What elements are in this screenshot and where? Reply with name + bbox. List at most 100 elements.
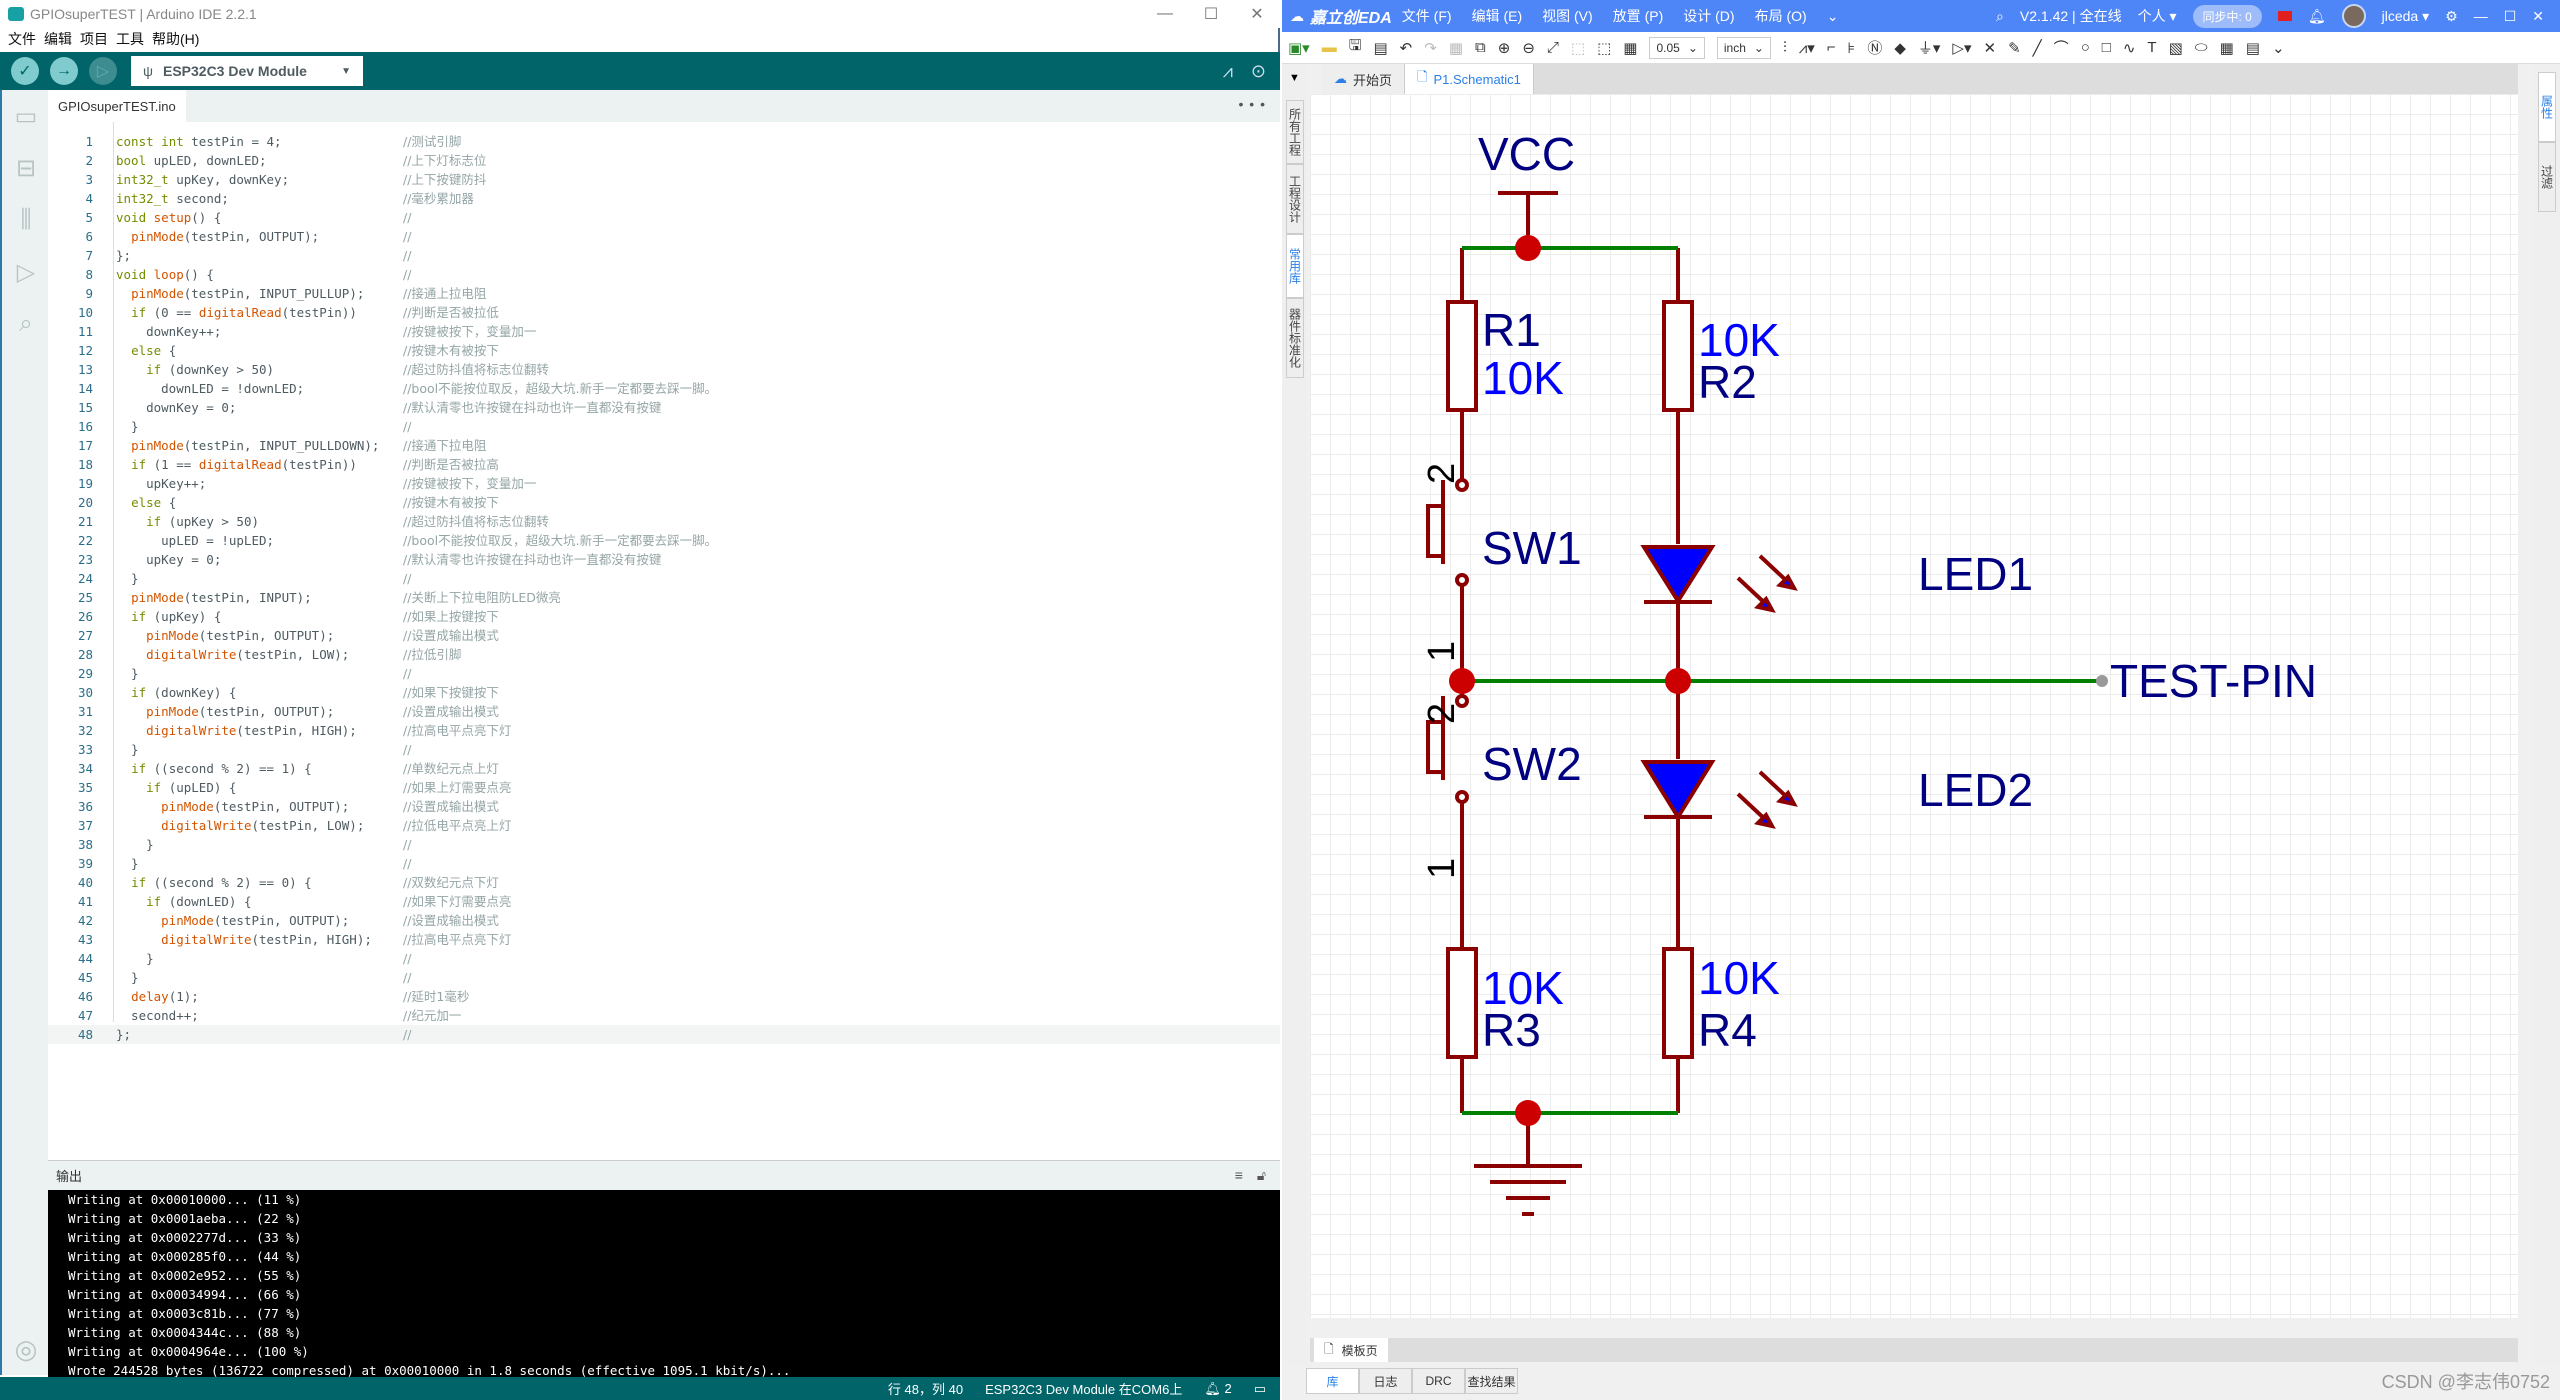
code-line[interactable]: 30 if (downKey) {//如果下按键按下	[48, 683, 1280, 702]
clear-output-icon[interactable]: ≡	[1235, 1167, 1243, 1184]
serial-plotter-icon[interactable]: ⩘	[1223, 61, 1233, 82]
align-icon[interactable]: ▦	[1449, 39, 1463, 57]
account-icon[interactable]: ◎	[2, 1334, 50, 1365]
code-line[interactable]: 26 if (upKey) {//如果上按键按下	[48, 607, 1280, 626]
debug-button[interactable]: ▷	[89, 57, 117, 85]
code-line[interactable]: 18 if (1 == digitalRead(testPin)) //判断是否被…	[48, 455, 1280, 474]
bezier-icon[interactable]: ∿	[2123, 39, 2136, 57]
code-line[interactable]: 6 pinMode(testPin, OUTPUT); //	[48, 227, 1280, 246]
board-port-status[interactable]: ESP32C3 Dev Module 在COM6上	[985, 1379, 1182, 1398]
zoom-out-icon[interactable]: ⊖	[1522, 39, 1535, 57]
bottom-tab-drc[interactable]: DRC	[1412, 1368, 1465, 1394]
code-editor[interactable]: 1 const int testPin = 4; //测试引脚 2 bool upLED…	[48, 122, 1280, 1162]
pin-icon[interactable]: ▼	[1289, 72, 1300, 84]
r2-ref[interactable]: R2	[1698, 356, 1757, 408]
code-line[interactable]: 25 pinMode(testPin, INPUT); //关断上下拉电阻防LED…	[48, 588, 1280, 607]
tab-component-standard[interactable]: 器件标准化	[1286, 298, 1304, 378]
schematic-canvas[interactable]: VCC R1 10K 10K R2 SW1 SW2 LED1 LED2 TEST…	[1310, 94, 2518, 1318]
scroll-lock-icon[interactable]: 🔓︎	[1257, 1167, 1266, 1184]
user-avatar[interactable]	[2341, 4, 2366, 28]
line-icon[interactable]: ╱	[2033, 39, 2042, 57]
text-icon[interactable]: T	[2147, 39, 2156, 56]
r1-ref[interactable]: R1	[1482, 304, 1541, 356]
redo-icon[interactable]: ↷	[1424, 39, 1437, 57]
r4-value[interactable]: 10K	[1698, 952, 1780, 1004]
board-selector[interactable]: ψ ESP32C3 Dev Module ▼	[131, 56, 363, 86]
output-console[interactable]: Writing at 0x00010000... (11 %) Writing a…	[48, 1190, 1280, 1377]
eda-menu-place[interactable]: 放置 (P)	[1613, 6, 1664, 26]
settings-gear-icon[interactable]: ⚙	[2445, 8, 2458, 25]
code-line[interactable]: 29 } //	[48, 664, 1280, 683]
cursor-position[interactable]: 行 48，列 40	[888, 1379, 963, 1398]
led1-ref[interactable]: LED1	[1918, 548, 2033, 600]
tab-filter[interactable]: 过滤	[2538, 142, 2556, 212]
code-line[interactable]: 47 second++; //纪元加一	[48, 1006, 1280, 1025]
menu-edit[interactable]: 编辑	[44, 29, 72, 49]
code-line[interactable]: 27 pinMode(testPin, OUTPUT); //设置成输出模式	[48, 626, 1280, 645]
code-line[interactable]: 36 pinMode(testPin, OUTPUT); //设置成输出模式	[48, 797, 1280, 816]
zoom-selection-icon[interactable]: ⬚	[1571, 39, 1585, 57]
code-line[interactable]: 23 upKey = 0; //默认清零也许按键在抖动也许一直都没有按键	[48, 550, 1280, 569]
code-line[interactable]: 39 } //	[48, 854, 1280, 873]
file-tab[interactable]: GPIOsuperTEST.ino	[48, 90, 186, 122]
code-line[interactable]: 44 } //	[48, 949, 1280, 968]
sw1-actuator[interactable]	[1426, 504, 1445, 558]
grid-icon[interactable]: ▦	[1623, 39, 1637, 57]
sync-status[interactable]: 同步中: 0	[2192, 4, 2262, 28]
led2-triangle[interactable]	[1640, 760, 1716, 821]
ellipse-icon[interactable]: ⬭	[2195, 39, 2208, 56]
eda-menu-file[interactable]: 文件 (F)	[1402, 6, 1452, 26]
upload-button[interactable]: →	[50, 57, 78, 85]
code-line[interactable]: 2 bool upLED, downLED; //上下灯标志位	[48, 151, 1280, 170]
open-folder-icon[interactable]: ▬	[1322, 39, 1337, 56]
code-line[interactable]: 37 digitalWrite(testPin, LOW); //拉低电平点亮上灯	[48, 816, 1280, 835]
tab-common-library[interactable]: 常用库	[1286, 234, 1304, 298]
eda-search-icon[interactable]: ⌕	[1996, 8, 2004, 25]
wire-icon[interactable]: ⌐	[1827, 39, 1836, 56]
code-line[interactable]: 16 } //	[48, 417, 1280, 436]
save-icon[interactable]: 🖫︎	[1349, 35, 1362, 60]
code-line[interactable]: 15 downKey = 0; //默认清零也许按键在抖动也许一直都没有按键	[48, 398, 1280, 417]
code-line[interactable]: 13 if (downKey > 50) //超过防抖值将标志位翻转	[48, 360, 1280, 379]
code-line[interactable]: 32 digitalWrite(testPin, HIGH); //拉高电平点亮下…	[48, 721, 1280, 740]
workspace-selector[interactable]: 个人 ▾	[2138, 6, 2177, 26]
tab-project-design[interactable]: 工程设计	[1286, 164, 1304, 234]
circle-icon[interactable]: ○	[2081, 39, 2090, 56]
code-line[interactable]: 42 pinMode(testPin, OUTPUT); //设置成输出模式	[48, 911, 1280, 930]
led1-triangle[interactable]	[1640, 545, 1716, 605]
eda-menu-design[interactable]: 设计 (D)	[1683, 6, 1734, 26]
toolbar-more-icon[interactable]: ⌄	[2272, 39, 2285, 57]
eda-minimize-button[interactable]: —	[2474, 8, 2488, 24]
code-line[interactable]: 20 else {//按键木有被按下	[48, 493, 1280, 512]
r3-ref[interactable]: R3	[1482, 1004, 1541, 1056]
test-pin-label[interactable]: TEST-PIN	[2110, 655, 2317, 707]
menu-help[interactable]: 帮助(H)	[152, 29, 199, 49]
code-line[interactable]: 48}; //	[48, 1025, 1280, 1044]
fit-view-icon[interactable]: ⤢	[1547, 39, 1559, 56]
more-options-icon[interactable]: • • •	[1239, 96, 1266, 112]
code-line[interactable]: 34 if ((second % 2) == 1) {//单数纪元点上灯	[48, 759, 1280, 778]
bottom-tab-find-results[interactable]: 查找结果	[1465, 1368, 1518, 1394]
eda-maximize-button[interactable]: ☐	[2504, 8, 2517, 25]
code-line[interactable]: 12 else {//按键木有被按下	[48, 341, 1280, 360]
led2-ref[interactable]: LED2	[1918, 764, 2033, 816]
code-line[interactable]: 21 if (upKey > 50) //超过防抖值将标志位翻转	[48, 512, 1280, 531]
table-icon[interactable]: ▦	[2220, 39, 2234, 57]
code-line[interactable]: 40 if ((second % 2) == 0) {//双数纪元点下灯	[48, 873, 1280, 892]
doc-tab-start[interactable]: ☁ 开始页	[1322, 64, 1406, 94]
resistor-r3[interactable]	[1446, 947, 1478, 1059]
china-flag-icon[interactable]	[2277, 11, 2292, 21]
sketchbook-folder-icon[interactable]: ▭	[2, 90, 50, 142]
code-line[interactable]: 8 void loop() {//	[48, 265, 1280, 284]
pen-icon[interactable]: ✎	[2008, 39, 2021, 57]
bottom-tab-log[interactable]: 日志	[1359, 1368, 1412, 1394]
notifications[interactable]: 🔔︎ 2	[1204, 1381, 1231, 1397]
doc-tab-schematic[interactable]: 🗋︎ P1.Schematic1	[1405, 64, 1534, 94]
code-line[interactable]: 10 if (0 == digitalRead(testPin)) //判断是否被…	[48, 303, 1280, 322]
code-line[interactable]: 33 } //	[48, 740, 1280, 759]
sheet-tab-template[interactable]: 🗋︎ 模板页	[1314, 1338, 1388, 1362]
serial-monitor-icon[interactable]: ⊙	[1251, 61, 1266, 82]
sw1-ref[interactable]: SW1	[1482, 522, 1582, 574]
menu-sketch[interactable]: 项目	[80, 29, 108, 49]
library-manager-icon[interactable]: ⫼	[2, 194, 50, 246]
